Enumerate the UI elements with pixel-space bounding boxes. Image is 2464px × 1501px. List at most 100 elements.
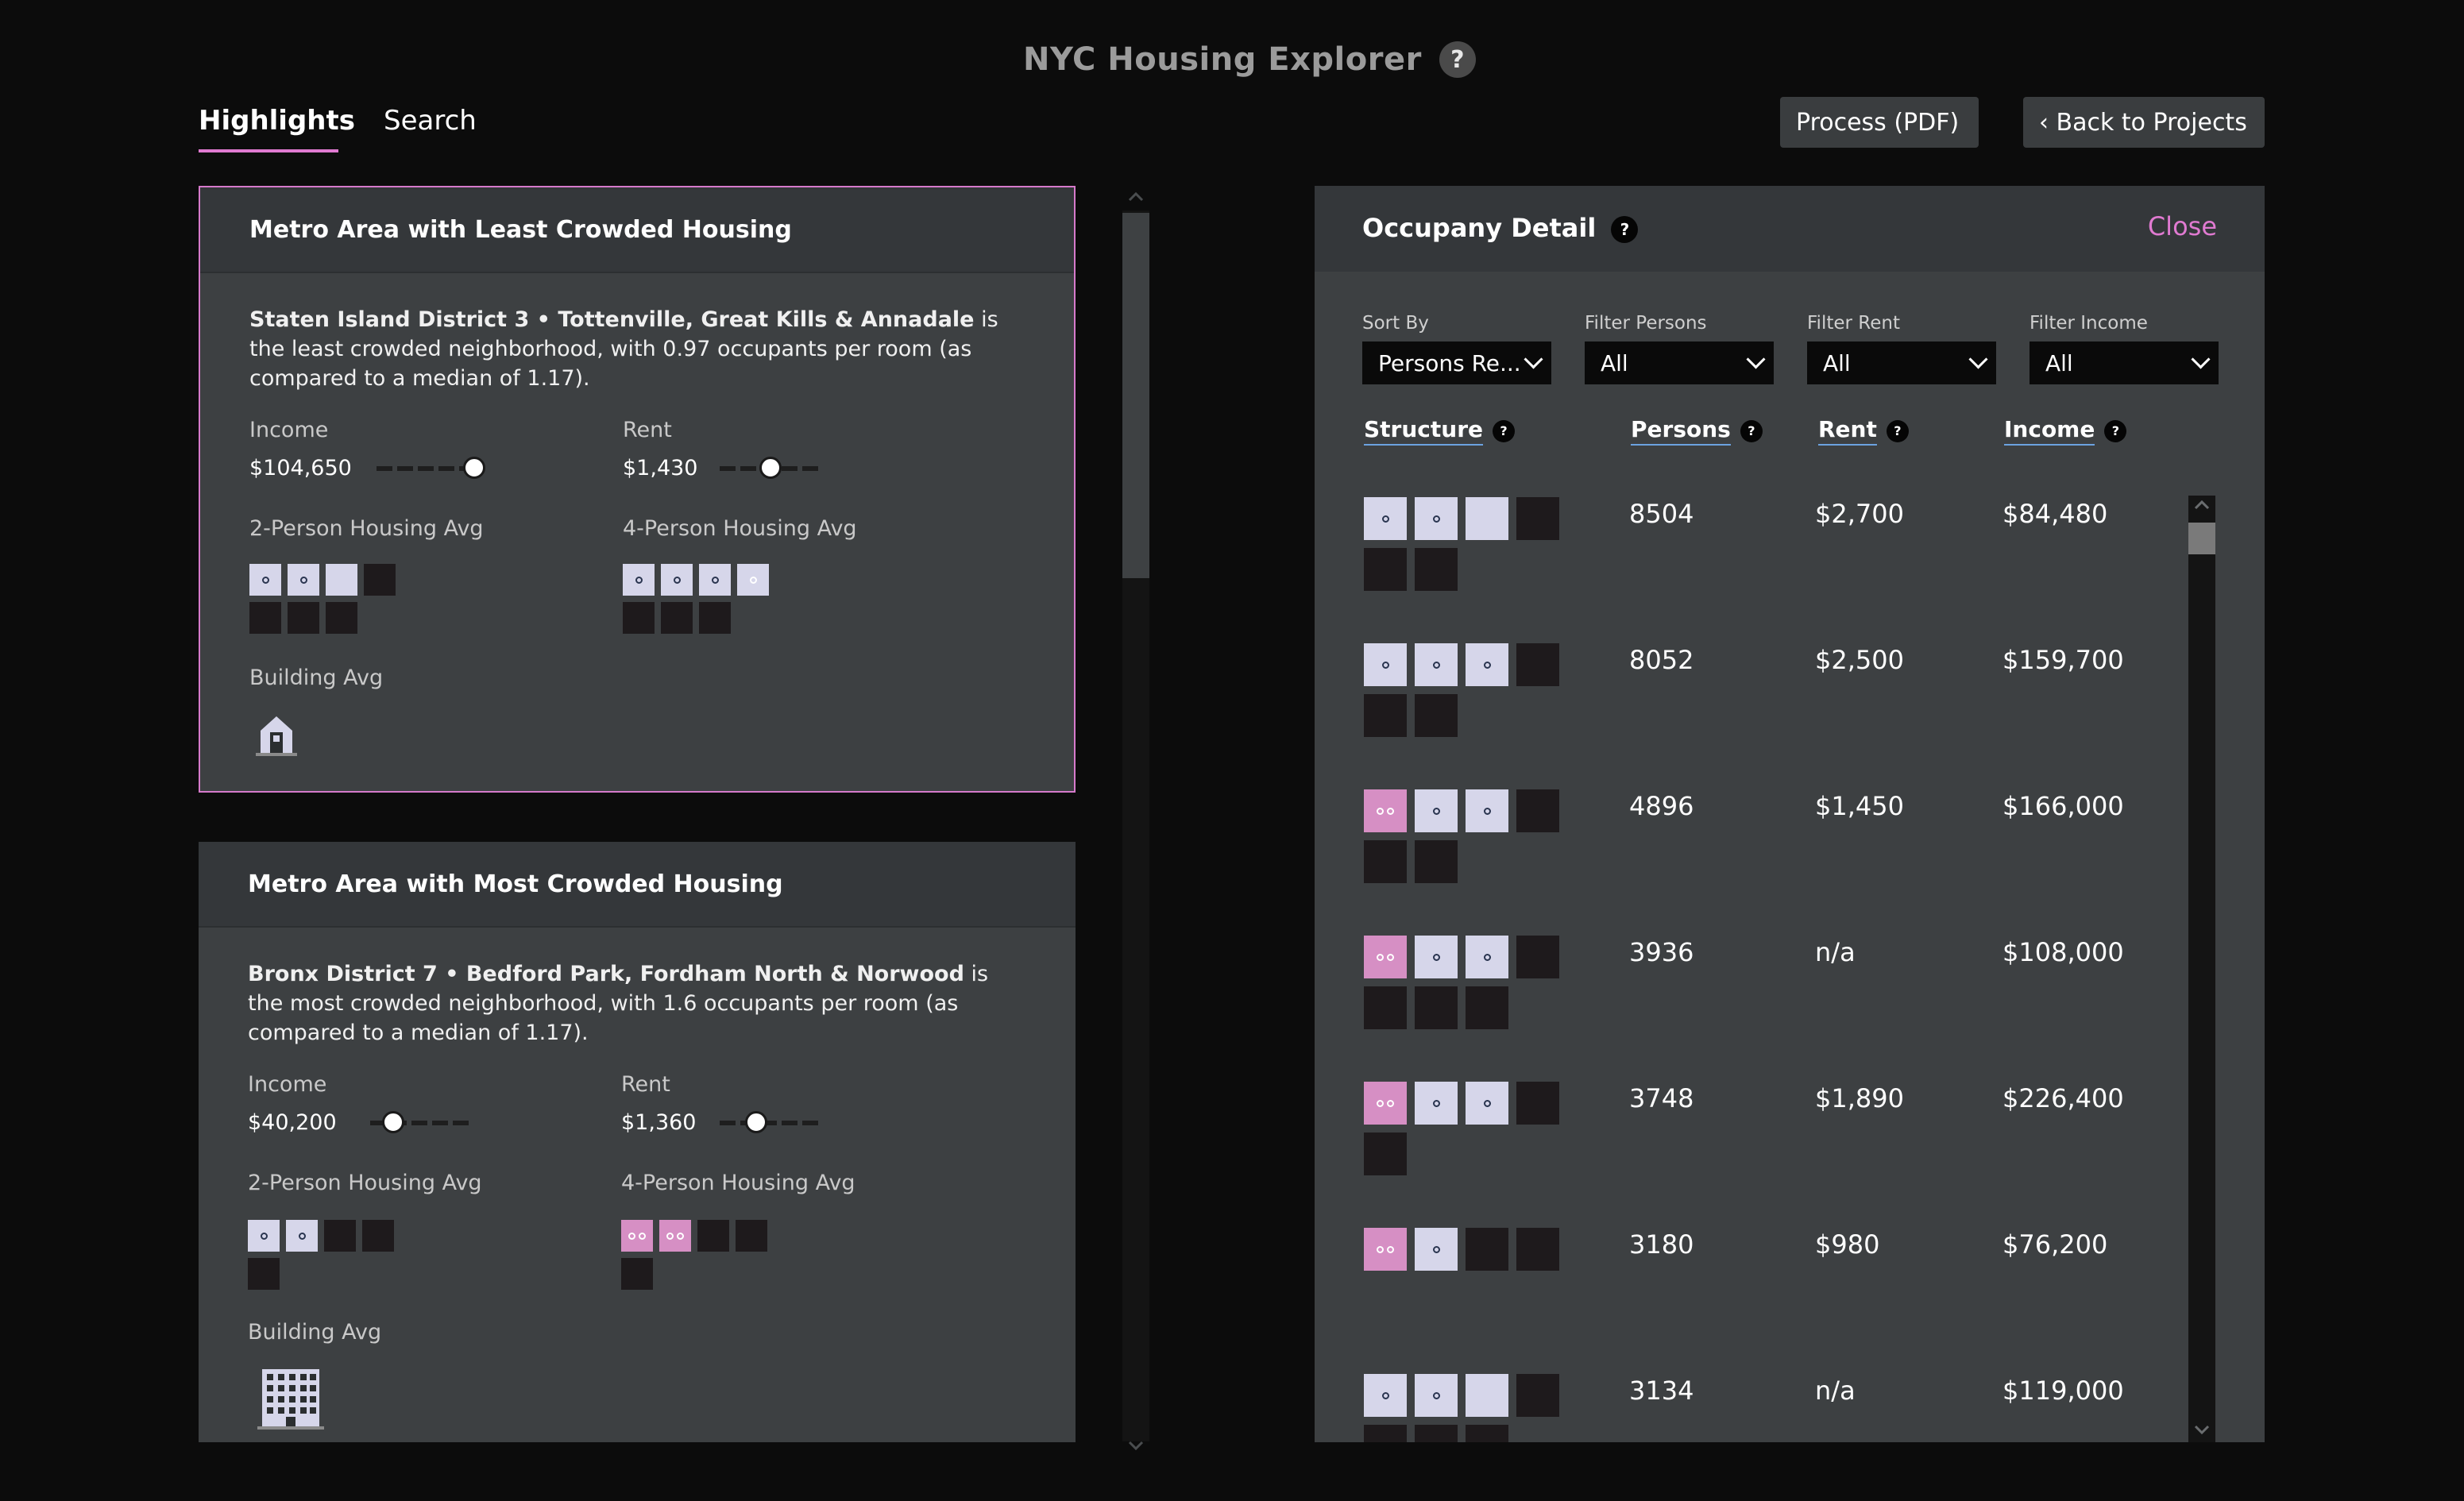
persons-cell: 3936	[1629, 937, 1694, 967]
rent-cell: $980	[1815, 1229, 1880, 1260]
area-name: Bronx District 7 • Bedford Park, Fordham…	[248, 962, 964, 986]
room-other	[1364, 548, 1407, 591]
room-other	[288, 602, 319, 634]
room-other	[1466, 1425, 1508, 1442]
room-other	[661, 602, 693, 634]
room-occupied	[286, 1220, 318, 1252]
rent-value: $1,430	[623, 456, 698, 480]
income-cell: $226,400	[2002, 1083, 2124, 1113]
room-occupied	[1466, 1082, 1508, 1125]
room-other	[1516, 1228, 1559, 1271]
two-person-label: 2-Person Housing Avg	[249, 516, 484, 541]
room-other	[326, 602, 357, 634]
room-other	[1364, 1133, 1407, 1175]
rent-label: Rent	[623, 418, 672, 442]
most-crowded-card[interactable]: Metro Area with Most Crowded Housing Bro…	[199, 842, 1076, 1442]
rent-slider-knob	[759, 457, 782, 479]
room-other	[1466, 986, 1508, 1029]
occupancy-rows: 8504 $2,700 $84,480 8052 $2,500 $159,700…	[1315, 186, 2265, 1442]
card-title: Metro Area with Most Crowded Housing	[199, 842, 1076, 928]
income-slider-knob	[382, 1111, 404, 1133]
room-occupied	[1364, 1374, 1407, 1417]
rent-slider-knob	[745, 1111, 767, 1133]
room-other	[699, 602, 731, 634]
persons-cell: 3748	[1629, 1083, 1694, 1113]
room-crowded	[1364, 1082, 1407, 1125]
room-other	[1415, 694, 1458, 737]
room-crowded	[621, 1220, 653, 1252]
room-crowded	[659, 1220, 691, 1252]
room-occupied	[1415, 643, 1458, 686]
income-value: $104,650	[249, 456, 352, 480]
persons-cell: 8504	[1629, 499, 1694, 529]
room-other	[249, 602, 281, 634]
back-to-projects-button[interactable]: ‹ Back to Projects	[2023, 97, 2265, 148]
rent-cell: n/a	[1815, 937, 1856, 967]
two-person-label: 2-Person Housing Avg	[248, 1171, 482, 1195]
room-occupied	[1364, 643, 1407, 686]
scroll-down-icon[interactable]	[2194, 1425, 2210, 1436]
room-occupied	[1466, 789, 1508, 832]
tab-search[interactable]: Search	[384, 105, 477, 137]
room-other	[1516, 1374, 1559, 1417]
persons-cell: 8052	[1629, 645, 1694, 675]
room-other	[1516, 1082, 1559, 1125]
room-occupied	[288, 564, 319, 596]
income-slider-knob	[463, 457, 485, 479]
rent-cell: $2,500	[1815, 645, 1904, 675]
rows-scrollbar[interactable]	[2188, 496, 2215, 1442]
process-pdf-button[interactable]: Process (PDF)	[1780, 97, 1979, 148]
rent-cell: $2,700	[1815, 499, 1904, 529]
highlights-scroll-thumb[interactable]	[1122, 213, 1149, 578]
tab-highlights[interactable]: Highlights	[199, 105, 355, 137]
rent-label: Rent	[621, 1072, 670, 1097]
room-crowded	[1364, 1228, 1407, 1271]
card-title: Metro Area with Least Crowded Housing	[200, 187, 1074, 273]
room-occupied	[1466, 936, 1508, 978]
scroll-up-icon[interactable]	[2194, 499, 2210, 510]
building-avg-label: Building Avg	[249, 666, 384, 690]
room-crowded	[1364, 789, 1407, 832]
room-occupied	[1415, 1082, 1458, 1125]
room-other	[621, 1258, 653, 1290]
building-avg-label: Building Avg	[248, 1320, 382, 1345]
income-value: $40,200	[248, 1110, 337, 1135]
rows-scroll-thumb[interactable]	[2188, 523, 2215, 554]
room-occupied	[248, 1220, 280, 1252]
room-occupied	[661, 564, 693, 596]
least-crowded-card[interactable]: Metro Area with Least Crowded Housing St…	[199, 186, 1076, 793]
room-other	[1364, 694, 1407, 737]
room-empty	[326, 564, 357, 596]
room-occupied	[699, 564, 731, 596]
room-empty	[1466, 1374, 1508, 1417]
room-other	[1466, 1228, 1508, 1271]
room-occupied	[1415, 1228, 1458, 1271]
room-other	[324, 1220, 356, 1252]
persons-cell: 3180	[1629, 1229, 1694, 1260]
income-cell: $119,000	[2002, 1376, 2124, 1406]
room-other	[1364, 986, 1407, 1029]
scroll-down-icon[interactable]	[1128, 1441, 1144, 1450]
room-other	[1415, 986, 1458, 1029]
income-cell: $108,000	[2002, 937, 2124, 967]
help-icon[interactable]: ?	[1439, 41, 1476, 78]
income-cell: $159,700	[2002, 645, 2124, 675]
income-cell: $166,000	[2002, 791, 2124, 821]
room-other	[1364, 840, 1407, 883]
persons-cell: 4896	[1629, 791, 1694, 821]
card-description: Bronx District 7 • Bedford Park, Fordham…	[248, 959, 1010, 1048]
four-person-label: 4-Person Housing Avg	[623, 516, 857, 541]
rent-cell: $1,890	[1815, 1083, 1904, 1113]
house-icon	[256, 716, 297, 756]
room-other	[1415, 548, 1458, 591]
room-other	[1516, 936, 1559, 978]
room-other	[1516, 497, 1559, 540]
room-other	[736, 1220, 767, 1252]
scroll-up-icon[interactable]	[1128, 191, 1144, 202]
app-title: NYC Housing Explorer	[1023, 41, 1422, 78]
room-other	[248, 1258, 280, 1290]
area-name: Staten Island District 3 • Tottenville, …	[249, 307, 975, 332]
four-person-label: 4-Person Housing Avg	[621, 1171, 855, 1195]
room-other	[1516, 643, 1559, 686]
income-cell: $84,480	[2002, 499, 2108, 529]
